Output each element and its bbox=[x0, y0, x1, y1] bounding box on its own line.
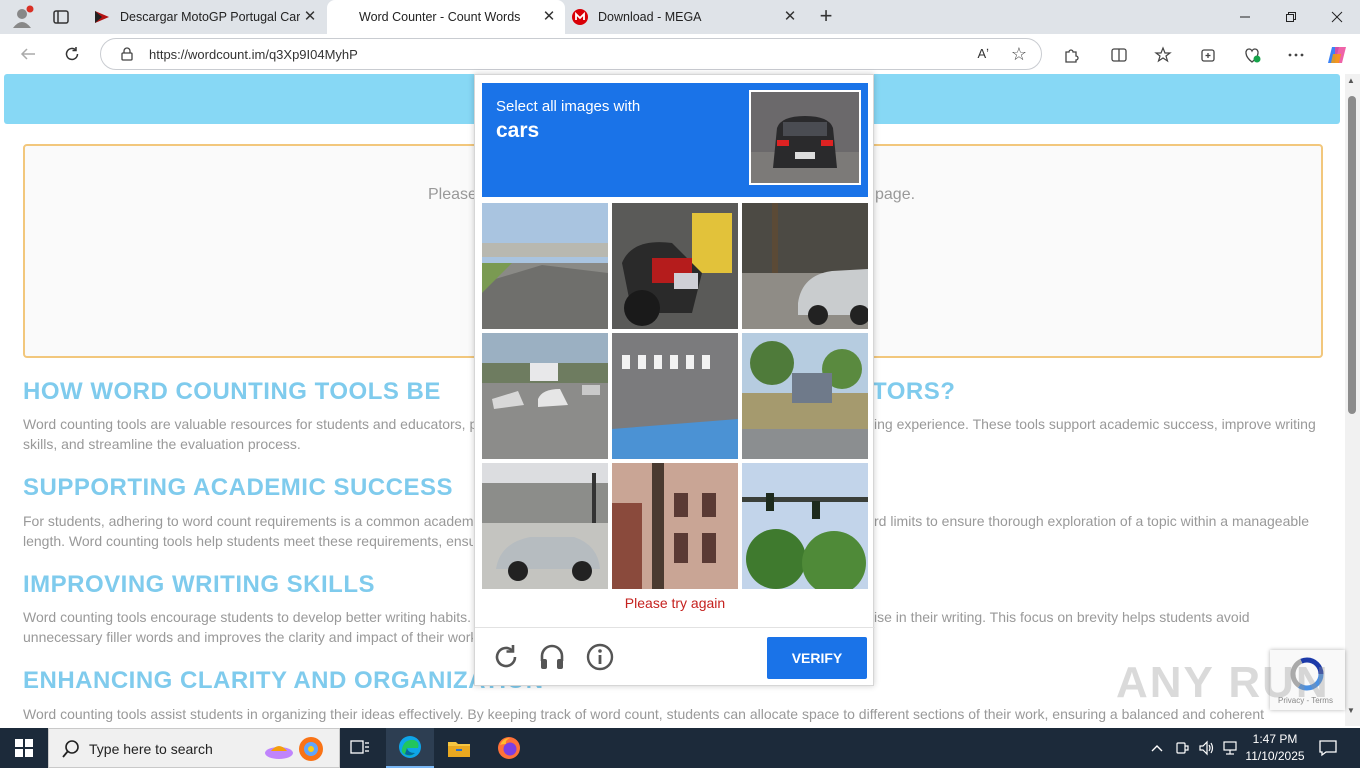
captcha-tile[interactable] bbox=[482, 333, 608, 459]
section-paragraph: For students, adhering to word count req… bbox=[23, 513, 473, 529]
address-bar[interactable]: https://wordcount.im/q3Xp9I04MyhP Aʼ ☆ bbox=[100, 38, 1042, 70]
tab-motogp[interactable]: Descargar MotoGP Portugal Carre ✕ bbox=[86, 0, 326, 34]
restore-icon[interactable] bbox=[1268, 0, 1314, 34]
back-icon[interactable] bbox=[16, 42, 40, 66]
help-info-icon[interactable] bbox=[585, 642, 615, 672]
page-scrollbar[interactable]: ▲ ▼ bbox=[1345, 74, 1360, 726]
split-screen-icon[interactable] bbox=[1108, 44, 1130, 66]
network-icon[interactable] bbox=[1222, 728, 1238, 768]
captcha-sample-image bbox=[749, 90, 861, 185]
site-info-icon[interactable] bbox=[119, 46, 135, 62]
captcha-tile[interactable] bbox=[612, 333, 738, 459]
section-paragraph-right: ing experience. These tools support acad… bbox=[874, 416, 1316, 432]
task-view-icon[interactable] bbox=[336, 728, 384, 768]
captcha-target: cars bbox=[496, 119, 540, 142]
windows-start-icon[interactable] bbox=[0, 728, 48, 768]
textarea-placeholder-end: page. bbox=[875, 186, 916, 203]
taskbar-clock[interactable]: 1:47 PM 11/10/2025 bbox=[1238, 731, 1312, 765]
file-explorer-icon[interactable] bbox=[435, 728, 483, 768]
taskbar-search-box[interactable]: Type here to search bbox=[48, 728, 340, 768]
close-window-icon[interactable] bbox=[1314, 0, 1360, 34]
search-icon bbox=[61, 739, 81, 759]
url-text[interactable]: https://wordcount.im/q3Xp9I04MyhP bbox=[149, 47, 358, 62]
section-paragraph: Word counting tools are valuable resourc… bbox=[23, 416, 478, 432]
collections-icon[interactable] bbox=[1197, 44, 1219, 66]
captcha-tile[interactable] bbox=[482, 203, 608, 329]
audio-challenge-icon[interactable] bbox=[537, 642, 567, 672]
tab-label: Descargar MotoGP Portugal Carre bbox=[120, 10, 300, 24]
scrollbar-thumb[interactable] bbox=[1348, 96, 1356, 414]
extensions-icon[interactable] bbox=[1060, 44, 1082, 66]
close-tab-icon[interactable]: ✕ bbox=[541, 9, 557, 25]
textarea-placeholder: Please bbox=[428, 186, 477, 203]
section-paragraph: Word counting tools encourage students t… bbox=[23, 609, 472, 625]
windows-taskbar: Type here to search 1:47 PM 11/10/2025 bbox=[0, 728, 1360, 768]
scroll-up-icon[interactable]: ▲ bbox=[1347, 76, 1355, 85]
verify-button[interactable]: VERIFY bbox=[767, 637, 867, 679]
volume-icon[interactable] bbox=[1198, 728, 1216, 768]
section-paragraph-line: length. Word counting tools help student… bbox=[23, 533, 473, 549]
tab-actions-icon[interactable] bbox=[50, 6, 72, 28]
minimize-icon[interactable] bbox=[1222, 0, 1268, 34]
clock-time: 1:47 PM bbox=[1252, 732, 1298, 746]
search-placeholder: Type here to search bbox=[89, 741, 213, 757]
tab-mega[interactable]: Download - MEGA ✕ bbox=[566, 0, 806, 34]
section-paragraph-right: ise in their writing. This focus on brev… bbox=[874, 609, 1250, 625]
captcha-footer: VERIFY bbox=[475, 627, 875, 687]
section-heading: HOW WORD COUNTING TOOLS BE bbox=[23, 378, 441, 405]
close-tab-icon[interactable]: ✕ bbox=[302, 9, 318, 25]
refresh-icon[interactable] bbox=[60, 42, 84, 66]
captcha-header: Select all images with cars bbox=[482, 83, 868, 197]
more-options-icon[interactable] bbox=[1285, 44, 1307, 66]
section-heading: SUPPORTING ACADEMIC SUCCESS bbox=[23, 474, 453, 501]
tab-label: Download - MEGA bbox=[598, 10, 702, 24]
captcha-image-grid bbox=[482, 203, 868, 589]
favorite-star-icon[interactable]: ☆ bbox=[1011, 44, 1027, 65]
search-highlight-icon[interactable] bbox=[263, 735, 329, 768]
new-tab-icon[interactable]: + bbox=[814, 5, 838, 29]
favorites-icon[interactable] bbox=[1152, 44, 1174, 66]
scroll-down-icon[interactable]: ▼ bbox=[1347, 706, 1355, 715]
captcha-tile[interactable] bbox=[742, 463, 868, 589]
captcha-tile[interactable] bbox=[742, 203, 868, 329]
captcha-tile[interactable] bbox=[482, 463, 608, 589]
reload-challenge-icon[interactable] bbox=[491, 642, 521, 672]
captcha-challenge: Select all images with cars Please try a… bbox=[474, 74, 875, 687]
section-heading: ENHANCING CLARITY AND ORGANIZATION bbox=[23, 667, 544, 694]
firefox-icon[interactable] bbox=[485, 728, 533, 768]
section-heading-tail: TORS? bbox=[872, 378, 956, 405]
section-heading: IMPROVING WRITING SKILLS bbox=[23, 571, 375, 598]
show-hidden-icons[interactable] bbox=[1150, 728, 1164, 768]
copilot-icon[interactable] bbox=[1326, 44, 1348, 66]
captcha-tile[interactable] bbox=[612, 203, 738, 329]
edge-taskbar-icon[interactable] bbox=[386, 728, 434, 768]
browser-tab-bar: Descargar MotoGP Portugal Carre ✕ Word C… bbox=[0, 0, 1360, 34]
read-aloud-icon[interactable]: Aʼ bbox=[977, 46, 989, 61]
network-device-icon[interactable] bbox=[1174, 728, 1190, 768]
anyrun-watermark: ANY RUN bbox=[1116, 658, 1330, 707]
section-paragraph-right: rd limits to ensure thorough exploration… bbox=[874, 513, 1310, 529]
section-paragraph-line: unnecessary filler words and improves th… bbox=[23, 629, 473, 645]
profile-icon[interactable] bbox=[8, 4, 36, 30]
captcha-instruction: Select all images with bbox=[496, 98, 641, 115]
browser-essentials-icon[interactable] bbox=[1241, 44, 1263, 66]
mega-favicon-icon bbox=[572, 9, 588, 25]
notifications-icon[interactable] bbox=[1318, 728, 1338, 768]
tab-word-counter[interactable]: Word Counter - Count Words ✕ bbox=[327, 0, 565, 34]
motogp-favicon-icon bbox=[94, 9, 110, 25]
captcha-tile[interactable] bbox=[742, 333, 868, 459]
captcha-tile[interactable] bbox=[612, 463, 738, 589]
close-tab-icon[interactable]: ✕ bbox=[782, 9, 798, 25]
clock-date: 11/10/2025 bbox=[1245, 749, 1305, 763]
captcha-error-message: Please try again bbox=[624, 595, 726, 611]
tab-label: Word Counter - Count Words bbox=[359, 10, 521, 24]
navigation-bar: https://wordcount.im/q3Xp9I04MyhP Aʼ ☆ bbox=[0, 34, 1360, 74]
